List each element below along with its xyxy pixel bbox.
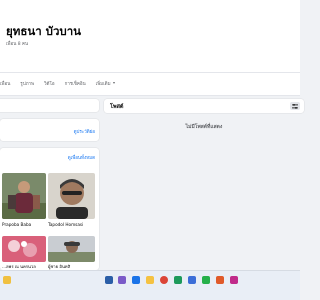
- filter-button[interactable]: [290, 102, 300, 110]
- friend-photo-image: [48, 236, 95, 262]
- friend-name[interactable]: ...ลพร ณ นครนวล: [2, 263, 36, 270]
- view-about-link[interactable]: ดูประวัติย่อ: [74, 128, 95, 135]
- tab-videos[interactable]: วิดีโอ: [44, 80, 55, 87]
- tab-more[interactable]: เพิ่มเติม: [96, 80, 115, 87]
- friend-photo-image: [48, 173, 95, 219]
- search-icon[interactable]: [105, 276, 113, 284]
- folder-icon[interactable]: [146, 276, 154, 284]
- task-view-icon[interactable]: [118, 276, 126, 284]
- start-icon[interactable]: [3, 276, 11, 284]
- friend-name[interactable]: Prapoba Baba: [2, 222, 31, 227]
- tab-photos[interactable]: รูปภาพ: [20, 80, 34, 87]
- app-icon[interactable]: [202, 276, 210, 284]
- header-divider: [0, 72, 300, 73]
- tab-label: เพิ่มเติม: [95, 81, 111, 87]
- chrome-icon[interactable]: [160, 276, 168, 284]
- browser-icon[interactable]: [132, 276, 140, 284]
- friend-photo[interactable]: [48, 173, 95, 219]
- tab-friends[interactable]: เพื่อน: [0, 80, 10, 87]
- app-icon[interactable]: [230, 276, 238, 284]
- tab-label: การเช็คอิน: [64, 81, 86, 87]
- filter-icon: [292, 103, 298, 109]
- profile-name: ยุทธนา บัวบาน: [6, 24, 82, 38]
- app-icon[interactable]: [188, 276, 196, 284]
- tab-label: เพื่อน: [0, 81, 11, 87]
- app-icon[interactable]: [216, 276, 224, 284]
- os-taskbar: [0, 270, 300, 300]
- posts-card: โพสต์: [104, 99, 304, 113]
- profile-tabs: เพื่อน รูปภาพ วิดีโอ การเช็คอิน เพิ่มเติ…: [0, 76, 115, 90]
- friend-name[interactable]: Tapodol Homsasi: [48, 222, 83, 227]
- top-navigation-bar: [0, 0, 300, 18]
- intro-card: [0, 99, 99, 112]
- friend-name[interactable]: ผู้ชาย อินทสิ: [48, 263, 70, 270]
- about-card: ดูประวัติย่อ: [0, 119, 99, 141]
- view-all-friends-link[interactable]: ดูเพื่อนทั้งหมด: [68, 154, 95, 161]
- no-posts-message: ไม่มีโพสต์ที่แสดง: [185, 124, 223, 130]
- tab-checkins[interactable]: การเช็คอิน: [65, 80, 86, 87]
- friend-photo[interactable]: [2, 173, 46, 219]
- tab-label: รูปภาพ: [20, 81, 35, 87]
- friends-count[interactable]: เพื่อน 8 คน: [6, 40, 28, 47]
- friend-photo[interactable]: [2, 236, 46, 262]
- friend-photo[interactable]: [48, 236, 95, 262]
- chevron-down-icon: [112, 82, 115, 84]
- friend-photo-image: [2, 173, 46, 219]
- posts-title: โพสต์: [110, 104, 124, 110]
- tab-label: วิดีโอ: [44, 81, 55, 87]
- friend-photo-image: [2, 236, 46, 262]
- app-icon[interactable]: [174, 276, 182, 284]
